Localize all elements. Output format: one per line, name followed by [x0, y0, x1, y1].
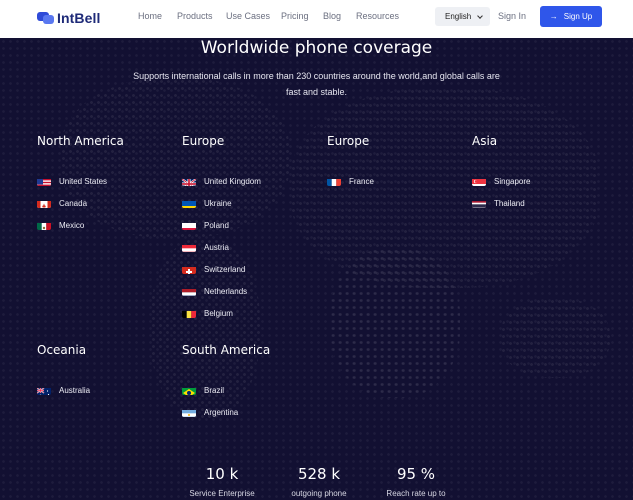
country-name: United States: [59, 176, 108, 186]
sg-flag-icon: [472, 176, 486, 186]
country-name: Belgium: [204, 308, 233, 318]
country-name: Thailand: [494, 198, 525, 208]
at-flag-icon: [182, 242, 196, 252]
region-title: Asia: [472, 134, 498, 148]
be-flag-icon: [182, 308, 196, 318]
ua-flag-icon: [182, 198, 196, 208]
br-flag-icon: [182, 385, 196, 395]
country-name: Brazil: [204, 385, 225, 395]
country-name: France: [349, 176, 374, 186]
country-name: Australia: [59, 385, 91, 395]
nav-blog[interactable]: Blog: [323, 11, 341, 21]
stat-value: 95 %: [396, 465, 436, 483]
stat-label: Reach rate up to: [386, 489, 446, 498]
logo-text: IntBell: [57, 10, 101, 26]
logo[interactable]: IntBell: [37, 8, 100, 28]
stat-service-enterprise: 10 k Service Enterprise: [172, 465, 272, 498]
sign-up-button[interactable]: → Sign Up: [540, 6, 602, 27]
nav-products[interactable]: Products: [177, 11, 213, 21]
country-item: Ukraine: [182, 197, 232, 209]
map-landmass: [290, 88, 600, 288]
sign-in-link[interactable]: Sign In: [498, 11, 526, 21]
country-name: Poland: [204, 220, 229, 230]
country-item: Belgium: [182, 307, 233, 319]
region-title: North America: [37, 134, 124, 148]
country-item: Brazil: [182, 384, 224, 396]
ca-flag-icon: [37, 198, 51, 208]
gb-flag-icon: [182, 176, 196, 186]
country-item: Austria: [182, 241, 229, 253]
country-name: Ukraine: [204, 198, 232, 208]
country-name: Switzerland: [204, 264, 246, 274]
country-item: Netherlands: [182, 285, 247, 297]
country-name: Argentina: [204, 407, 239, 417]
nav-pricing[interactable]: Pricing: [281, 11, 309, 21]
country-name: United Kingdom: [204, 176, 261, 186]
ar-flag-icon: [182, 407, 196, 417]
country-item: Mexico: [37, 219, 84, 231]
mx-flag-icon: [37, 220, 51, 230]
chat-bubble-logo-icon: [37, 11, 54, 25]
stat-label: outgoing phone: [291, 489, 347, 498]
country-item: Australia: [37, 384, 90, 396]
ch-flag-icon: [182, 264, 196, 274]
stat-label: Service Enterprise: [189, 489, 255, 498]
nav-use-cases[interactable]: Use Cases: [226, 11, 270, 21]
stat-reach-rate: 95 % Reach rate up to: [366, 465, 466, 498]
arrow-right-icon: →: [549, 12, 558, 21]
region-title: Europe: [327, 134, 370, 148]
top-navbar: IntBell Home Products Use Cases Pricing …: [0, 0, 633, 38]
country-item: Argentina: [182, 406, 238, 418]
country-item: Canada: [37, 197, 87, 209]
map-landmass: [500, 298, 610, 378]
nav-home[interactable]: Home: [138, 11, 162, 21]
nav-resources[interactable]: Resources: [356, 11, 399, 21]
region-title: South America: [182, 343, 271, 357]
nl-flag-icon: [182, 286, 196, 296]
country-name: Mexico: [59, 220, 85, 230]
chevron-down-icon: [477, 13, 483, 19]
country-item: Singapore: [472, 175, 530, 187]
fr-flag-icon: [327, 176, 341, 186]
country-name: Austria: [204, 242, 229, 252]
country-name: Netherlands: [204, 286, 248, 296]
country-item: Thailand: [472, 197, 525, 209]
country-item: Poland: [182, 219, 229, 231]
page-subtitle: Supports international calls in more tha…: [133, 71, 500, 97]
country-name: Canada: [59, 198, 88, 208]
world-map-background: [0, 38, 633, 500]
country-item: United Kingdom: [182, 175, 261, 187]
country-item: France: [327, 175, 374, 187]
page-title: Worldwide phone coverage: [200, 38, 433, 58]
pl-flag-icon: [182, 220, 196, 230]
region-title: Oceania: [37, 343, 87, 357]
country-name: Singapore: [494, 176, 531, 186]
sign-up-label: Sign Up: [563, 12, 593, 21]
au-flag-icon: [37, 385, 51, 395]
stat-value: 528 k: [297, 465, 341, 483]
country-item: United States: [37, 175, 107, 187]
us-flag-icon: [37, 176, 51, 186]
language-select[interactable]: English: [435, 7, 490, 26]
country-item: Switzerland: [182, 263, 245, 275]
stat-value: 10 k: [205, 465, 239, 483]
th-flag-icon: [472, 198, 486, 208]
map-landmass: [330, 248, 460, 398]
stat-outgoing-phone: 528 k outgoing phone: [269, 465, 369, 498]
map-landmass: [60, 78, 290, 238]
language-value: English: [445, 12, 472, 21]
region-title: Europe: [182, 134, 225, 148]
